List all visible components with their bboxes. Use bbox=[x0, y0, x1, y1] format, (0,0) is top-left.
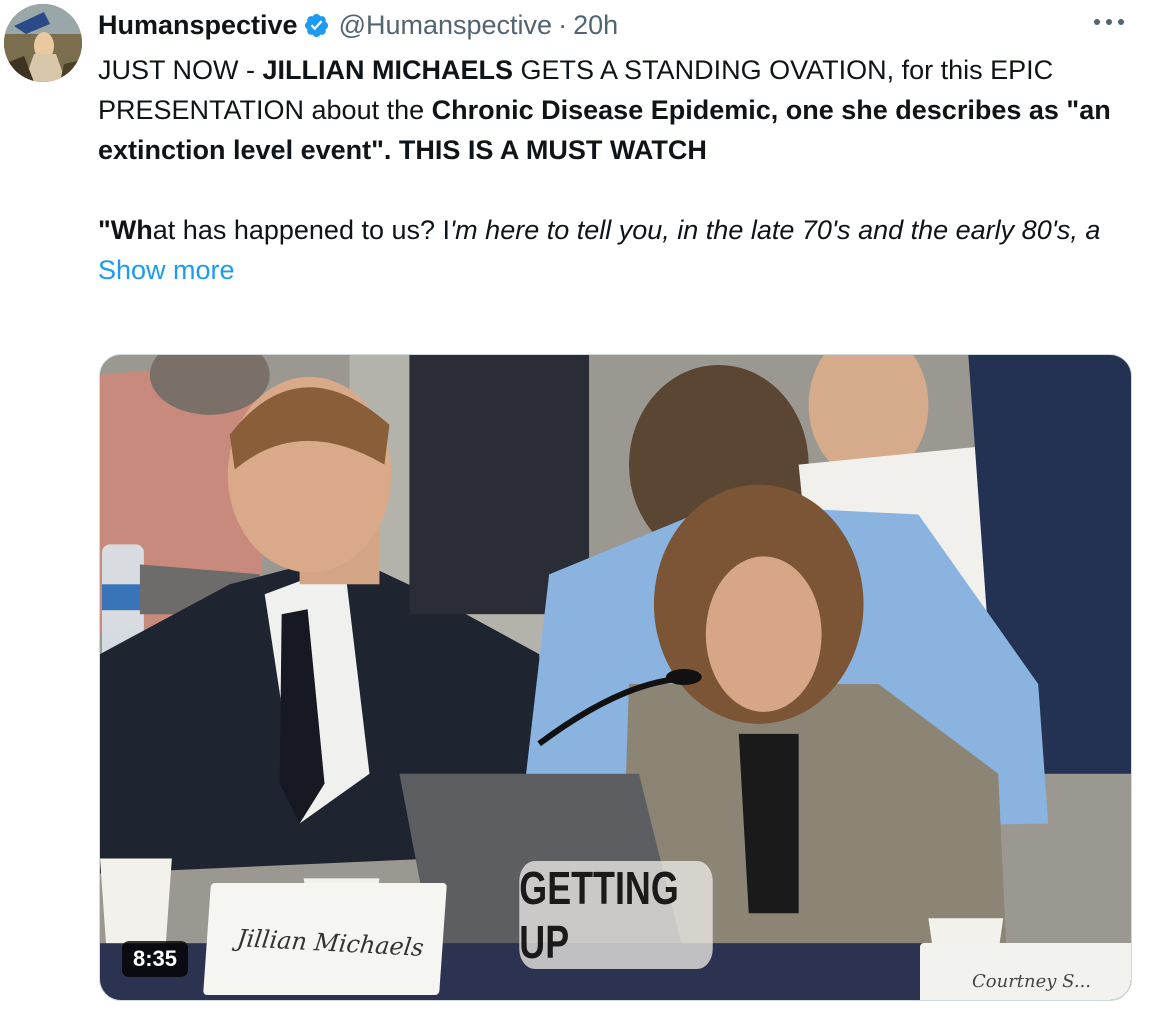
nameplate-second: Courtney S... bbox=[920, 943, 1131, 1000]
tweet-paragraph-1: JUST NOW - JILLIAN MICHAELS GETS A STAND… bbox=[98, 50, 1138, 170]
more-options-icon[interactable] bbox=[1089, 10, 1129, 34]
text-segment-bold: JILLIAN MICHAELS bbox=[262, 55, 514, 85]
nameplate-second-text: Courtney S... bbox=[972, 971, 1092, 992]
text-segment: JUST NOW - bbox=[98, 55, 263, 85]
text-segment: at has happened to us? I bbox=[152, 215, 451, 245]
tweet-paragraph-2: "What has happened to us? I'm here to te… bbox=[98, 210, 1138, 250]
tweet-header: Humanspective @Humanspective · 20h bbox=[98, 6, 618, 44]
author-handle[interactable]: @Humanspective bbox=[339, 10, 553, 41]
verified-badge-icon[interactable] bbox=[303, 12, 330, 39]
video-caption: GETTING UP bbox=[519, 861, 713, 969]
text-segment-bold: "Wh bbox=[98, 215, 153, 245]
show-more-link[interactable]: Show more bbox=[98, 250, 1138, 290]
video-duration: 8:35 bbox=[122, 941, 189, 977]
tweet-text: JUST NOW - JILLIAN MICHAELS GETS A STAND… bbox=[98, 50, 1138, 290]
tweet-timestamp[interactable]: 20h bbox=[573, 10, 618, 41]
author-avatar[interactable] bbox=[4, 4, 82, 82]
text-segment-italic: 'm here to tell you, in the late 70's an… bbox=[450, 215, 1101, 245]
author-name[interactable]: Humanspective bbox=[98, 10, 298, 41]
video-player[interactable]: Jillian Michaels Courtney S... GETTING U… bbox=[99, 354, 1132, 1001]
nameplate-text: Jillian Michaels bbox=[235, 924, 426, 962]
separator-dot: · bbox=[558, 9, 568, 40]
nameplate-jillian: Jillian Michaels bbox=[203, 883, 447, 995]
avatar-image bbox=[4, 4, 82, 82]
